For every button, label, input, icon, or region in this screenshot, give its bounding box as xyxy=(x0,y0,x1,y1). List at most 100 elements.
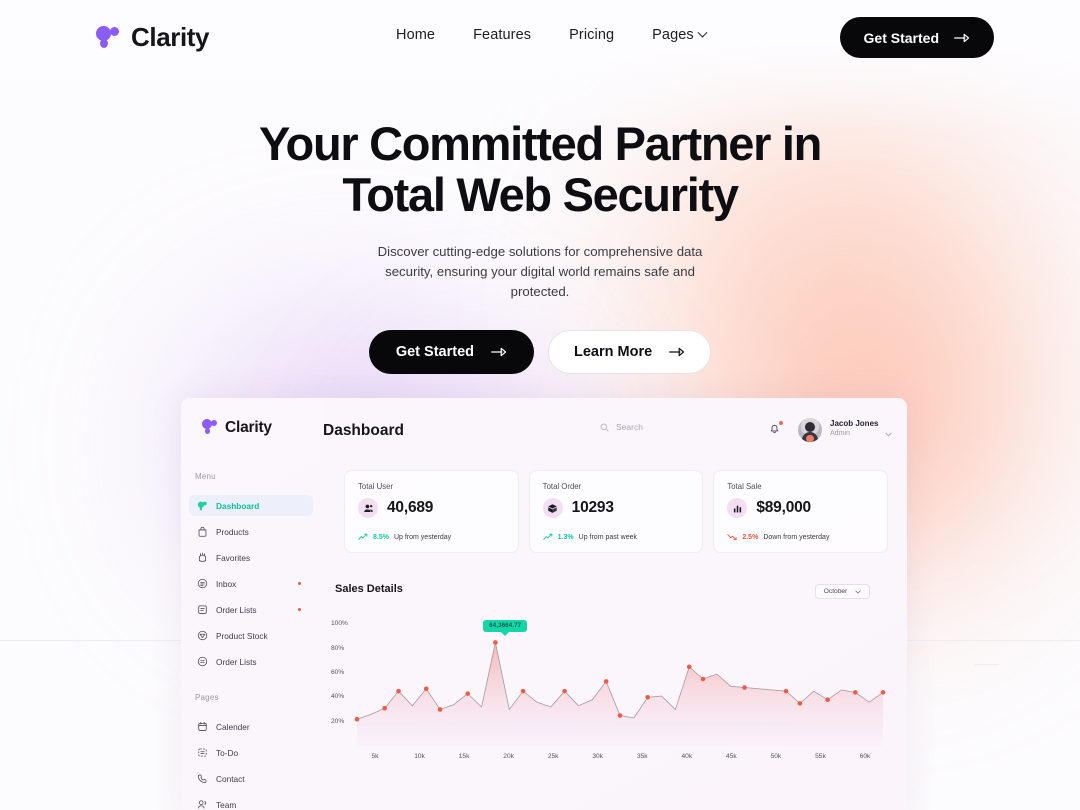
stat-trend: 8.5% Up from yesterday xyxy=(358,533,451,541)
hero-learn-more-label: Learn More xyxy=(574,344,653,360)
dashboard-topbar: Clarity Dashboard Search Jacob Jones Adm… xyxy=(181,398,907,466)
notification-badge xyxy=(779,421,783,425)
nav-link-home[interactable]: Home xyxy=(396,27,435,43)
calendar-icon xyxy=(198,722,207,731)
notification-button[interactable] xyxy=(768,421,783,440)
nav-link-pricing-label: Pricing xyxy=(569,27,615,43)
hero-subtitle-line2: security, ensuring your digital world re… xyxy=(385,264,695,299)
dashboard-brand-name: Clarity xyxy=(225,418,272,436)
hero-get-started-label: Get Started xyxy=(395,344,474,360)
clarity-logo-icon xyxy=(96,24,122,52)
sidebar-item-products-label: Products xyxy=(216,526,249,537)
order-list-icon xyxy=(197,656,208,667)
arrow-right-icon xyxy=(491,347,507,357)
stat-trend-text: Up from past week xyxy=(578,533,637,541)
sidebar-item-contact[interactable]: Contact xyxy=(189,768,313,789)
sidebar-item-order-lists-2[interactable]: Order Lists xyxy=(189,651,313,672)
stat-label: Total User xyxy=(358,482,394,491)
nav-link-pages-label: Pages xyxy=(652,27,694,43)
hero-get-started-button[interactable]: Get Started xyxy=(368,330,534,374)
sidebar-item-team-label: Team xyxy=(216,799,237,810)
stat-card-total-order: Total Order 10293 1.3% Up from past week xyxy=(528,470,704,553)
sidebar-item-inbox[interactable]: Inbox xyxy=(189,573,313,594)
month-selector[interactable]: October xyxy=(815,584,870,599)
dashboard-sidebar: Menu Dashboard Products Favorites Inbox … xyxy=(181,466,325,810)
search-icon xyxy=(600,423,609,432)
bg-grid-line xyxy=(975,664,999,665)
chevron-down-icon xyxy=(885,432,892,437)
sidebar-item-dashboard[interactable]: Dashboard xyxy=(189,495,313,516)
user-menu-button[interactable] xyxy=(885,424,892,442)
sidebar-item-favorites-label: Favorites xyxy=(216,552,251,563)
arrow-right-icon xyxy=(954,33,970,42)
sidebar-item-inbox-label: Inbox xyxy=(216,578,237,589)
sidebar-item-order-lists[interactable]: Order Lists xyxy=(189,599,313,620)
sidebar-badge-dot xyxy=(297,581,301,586)
sidebar-section-pages: Pages xyxy=(195,693,219,702)
stat-value: 40,689 xyxy=(387,499,434,516)
order-list-icon xyxy=(198,605,207,614)
sidebar-item-todo[interactable]: To-Do xyxy=(189,742,313,763)
stat-value: 10293 xyxy=(571,499,614,516)
nav-link-pages[interactable]: Pages xyxy=(652,27,708,43)
todo-icon xyxy=(198,748,207,757)
hero-section: Your Committed Partner in Total Web Secu… xyxy=(0,118,1080,374)
dashboard-preview: Clarity Dashboard Search Jacob Jones Adm… xyxy=(181,398,907,810)
sidebar-item-team[interactable]: Team xyxy=(189,794,313,810)
avatar[interactable] xyxy=(798,418,822,442)
bg-grid-line xyxy=(965,517,999,518)
sidebar-item-favorites[interactable]: Favorites xyxy=(189,547,313,568)
stat-trend-text: Up from yesterday xyxy=(393,533,452,541)
search-input[interactable]: Search xyxy=(600,422,643,432)
stat-trend: 2.5% Down from yesterday xyxy=(727,533,829,541)
nav-get-started-label: Get Started xyxy=(863,29,939,46)
bag-icon xyxy=(198,526,207,537)
hero-title-line2: Total Web Security xyxy=(342,168,739,221)
dashboard-page-title: Dashboard xyxy=(323,422,404,439)
chevron-down-icon xyxy=(855,590,861,594)
sales-details-title: Sales Details xyxy=(335,583,403,595)
trend-up-icon xyxy=(358,533,368,540)
dashboard-brand: Clarity xyxy=(202,418,272,437)
clarity-logo-icon xyxy=(202,418,219,437)
stat-trend-pct: 8.5% xyxy=(373,533,389,541)
brand-name: Clarity xyxy=(131,22,210,52)
nav-links: Home Features Pricing Pages xyxy=(396,27,708,43)
nav-link-pricing[interactable]: Pricing xyxy=(569,27,614,43)
sidebar-item-dashboard-label: Dashboard xyxy=(216,500,260,511)
trend-down-icon xyxy=(727,534,737,540)
user-role: Admin xyxy=(830,430,850,437)
chevron-down-icon xyxy=(697,27,708,38)
sidebar-item-calender-label: Calender xyxy=(216,721,250,732)
user-name: Jacob Jones xyxy=(830,419,879,428)
stat-cards: Total User 40,689 8.5% Up from yesterday… xyxy=(325,470,907,553)
hero-buttons: Get Started Learn More xyxy=(0,330,1080,374)
landing-page: Clarity Home Features Pricing Pages Get … xyxy=(0,0,1080,810)
inbox-icon xyxy=(197,578,208,589)
sidebar-item-product-stock[interactable]: Product Stock xyxy=(189,625,313,646)
sidebar-item-todo-label: To-Do xyxy=(216,747,239,758)
nav-link-features[interactable]: Features xyxy=(473,27,531,43)
nav-link-features-label: Features xyxy=(473,27,532,43)
stat-card-total-sale: Total Sale $89,000 2.5% Down from yester… xyxy=(713,470,889,553)
sidebar-item-contact-label: Contact xyxy=(216,773,245,784)
month-selector-value: October xyxy=(823,588,848,595)
brand-logo[interactable]: Clarity xyxy=(96,22,210,53)
sidebar-section-menu: Menu xyxy=(195,472,216,481)
search-placeholder: Search xyxy=(616,422,643,432)
stat-card-total-user: Total User 40,689 8.5% Up from yesterday xyxy=(344,470,519,553)
sidebar-item-calender[interactable]: Calender xyxy=(189,716,313,737)
stat-label: Total Order xyxy=(542,482,582,491)
hero-subtitle: Discover cutting-edge solutions for comp… xyxy=(360,242,720,302)
stat-value: $89,000 xyxy=(756,499,811,516)
phone-icon xyxy=(197,774,207,784)
sidebar-item-products[interactable]: Products xyxy=(189,521,313,542)
nav-get-started-button[interactable]: Get Started xyxy=(839,17,994,58)
hero-learn-more-button[interactable]: Learn More xyxy=(548,330,712,374)
stat-trend-pct: 2.5% xyxy=(742,533,759,541)
bar-chart-icon xyxy=(727,498,748,518)
sidebar-item-product-stock-label: Product Stock xyxy=(216,630,268,641)
sidebar-item-order-lists-2-label: Order Lists xyxy=(216,656,257,667)
hero-title-line1: Your Committed Partner in xyxy=(258,117,822,170)
stat-trend-pct: 1.3% xyxy=(557,533,574,541)
